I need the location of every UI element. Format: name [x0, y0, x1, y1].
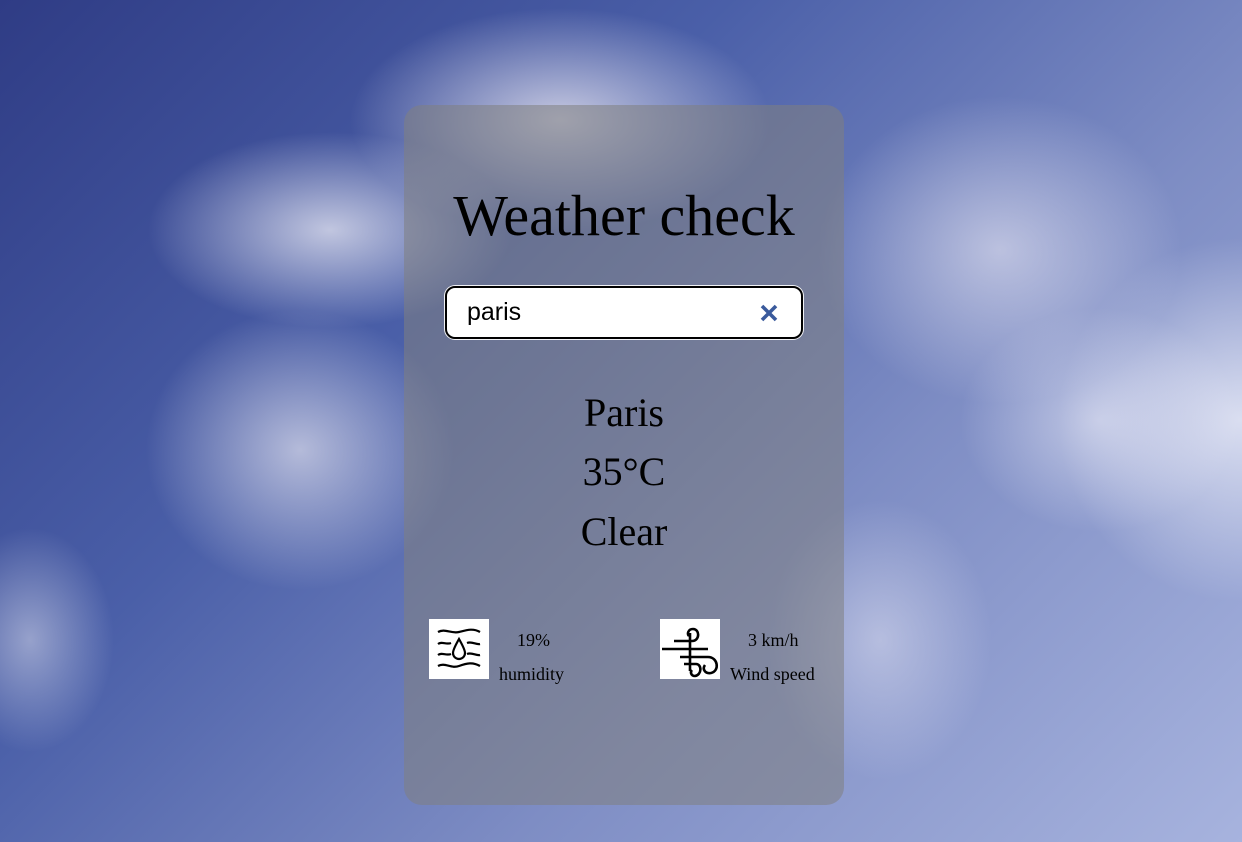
wind-stat: 3 km/h Wind speed [660, 619, 830, 683]
weather-condition: Clear [580, 509, 668, 554]
wind-icon [660, 619, 720, 679]
city-name: Paris [584, 390, 664, 435]
page-background: { "app": { "title": "Weather check" }, "… [0, 0, 1242, 842]
app-title: Weather check [453, 183, 795, 248]
close-icon [760, 304, 778, 322]
temperature: 35°C [582, 449, 666, 494]
humidity-value: 19% [517, 630, 550, 650]
city-search-input[interactable] [467, 296, 737, 329]
clear-search-button[interactable] [757, 301, 781, 325]
humidity-stat: 19% humidity [429, 619, 629, 683]
wind-value: 3 km/h [748, 630, 799, 650]
weather-card: Weather check Paris 35°C Clear 19% humid… [404, 105, 844, 805]
search-box [445, 286, 803, 339]
humidity-icon [429, 619, 489, 679]
wind-label: Wind speed [730, 664, 815, 684]
humidity-label: humidity [499, 664, 565, 684]
